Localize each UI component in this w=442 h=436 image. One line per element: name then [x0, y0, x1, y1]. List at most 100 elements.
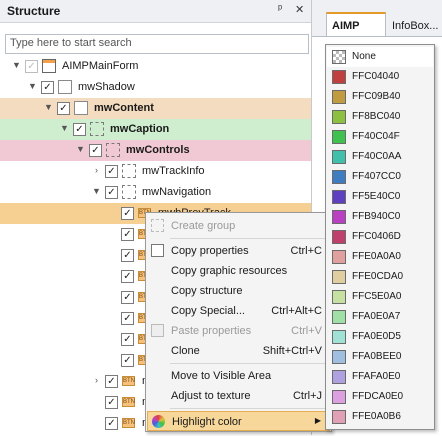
menu-item-shortcut: Ctrl+V	[291, 325, 322, 337]
color-option-ffa0e0a7[interactable]: FFA0E0A7	[327, 307, 433, 327]
visibility-checkbox[interactable]: ✓	[121, 207, 134, 220]
color-swatch	[332, 270, 346, 284]
color-option-ffe0a0b6[interactable]: FFE0A0B6	[327, 407, 433, 427]
color-option-label: FF407CC0	[352, 171, 401, 182]
tree-item-label: mwNavigation	[142, 186, 212, 198]
tree-row[interactable]: ▼ ✓ mwControls	[0, 140, 311, 161]
collapse-arrow-icon[interactable]: ›	[92, 375, 101, 386]
visibility-checkbox[interactable]: ✓	[105, 165, 118, 178]
color-option-ff5e40c0[interactable]: FF5E40C0	[327, 187, 433, 207]
menu-item-label: Clone	[171, 345, 200, 357]
panel-title: Structure	[7, 4, 61, 18]
color-option-ffc09b40[interactable]: FFC09B40	[327, 87, 433, 107]
structure-titlebar: Structure ᵖ ✕	[0, 0, 311, 23]
menu-item-label: Move to Visible Area	[171, 370, 272, 382]
expand-arrow-icon[interactable]: ▼	[76, 144, 85, 155]
visibility-checkbox[interactable]: ✓	[121, 270, 134, 283]
color-option-label: FFA0BEE0	[352, 351, 402, 362]
visibility-checkbox[interactable]: ✓	[121, 333, 134, 346]
palette-icon	[152, 415, 165, 428]
menu-separator	[170, 408, 327, 409]
color-option-label: None	[352, 51, 376, 62]
color-option-ffa0bee0[interactable]: FFA0BEE0	[327, 347, 433, 367]
menu-item-clone[interactable]: Clone Shift+Ctrl+V	[147, 341, 330, 361]
context-menu: Create group Copy properties Ctrl+C Copy gr…	[145, 212, 332, 432]
color-option-label: FF5E40C0	[352, 191, 401, 202]
color-option-ffe0cda0[interactable]: FFE0CDA0	[327, 267, 433, 287]
expand-arrow-icon[interactable]: ▼	[44, 102, 53, 113]
tree-row[interactable]: ▼ ✓ mwShadow	[0, 77, 311, 98]
color-option-label: FFE0A0B6	[352, 411, 401, 422]
color-swatch	[332, 130, 346, 144]
visibility-checkbox[interactable]: ✓	[73, 123, 86, 136]
collapse-arrow-icon[interactable]: ›	[92, 165, 101, 176]
tab-infobox-label: InfoBox...	[392, 20, 439, 32]
color-option-ff407cc0[interactable]: FF407CC0	[327, 167, 433, 187]
tree-item-label: mwTrackInfo	[142, 165, 205, 177]
container-icon	[74, 101, 88, 115]
menu-item-label: Adjust to texture	[171, 390, 251, 402]
color-option-label: FFE0CDA0	[352, 271, 404, 282]
visibility-checkbox[interactable]: ✓	[57, 102, 70, 115]
visibility-checkbox[interactable]: ✓	[105, 396, 118, 409]
color-option-ff40c0aa[interactable]: FF40C0AA	[327, 147, 433, 167]
color-option-ffe0a0a0[interactable]: FFE0A0A0	[327, 247, 433, 267]
color-swatch	[332, 350, 346, 364]
tree-row[interactable]: ▼ ✓ AIMPMainForm	[0, 56, 311, 77]
menu-item-copy-special[interactable]: Copy Special... Ctrl+Alt+C	[147, 301, 330, 321]
tree-row[interactable]: ▼ ✓ mwNavigation	[0, 182, 311, 203]
menu-item-label: Copy Special...	[171, 305, 245, 317]
menu-item-highlight-color[interactable]: Highlight color ▶	[147, 411, 330, 431]
menu-item-copy-properties[interactable]: Copy properties Ctrl+C	[147, 241, 330, 261]
menu-separator	[170, 238, 327, 239]
tree-row[interactable]: ▼ ✓ mwCaption	[0, 119, 311, 140]
color-option-ffc0406d[interactable]: FFC0406D	[327, 227, 433, 247]
expand-arrow-icon[interactable]: ▼	[28, 81, 37, 92]
expand-arrow-icon[interactable]: ▼	[12, 60, 21, 71]
color-swatch	[332, 150, 346, 164]
tree-row[interactable]: › ✓ mwTrackInfo	[0, 161, 311, 182]
color-option-ffb940c0[interactable]: FFB940C0	[327, 207, 433, 227]
container-icon	[106, 143, 120, 157]
tab-aimp[interactable]: AIMP	[326, 12, 386, 38]
visibility-checkbox[interactable]: ✓	[105, 417, 118, 430]
color-swatch	[332, 370, 346, 384]
menu-item-create-group[interactable]: Create group	[147, 216, 330, 236]
visibility-checkbox[interactable]: ✓	[121, 228, 134, 241]
menu-item-label: Copy graphic resources	[171, 265, 288, 277]
color-swatch	[332, 230, 346, 244]
tab-infobox[interactable]: InfoBox...	[390, 12, 442, 36]
color-option-ffdca0e0[interactable]: FFDCA0E0	[327, 387, 433, 407]
color-option-ff40c04f[interactable]: FF40C04F	[327, 127, 433, 147]
menu-item-copy-graphic-resources[interactable]: Copy graphic resources	[147, 261, 330, 281]
color-option-ff8bc040[interactable]: FF8BC040	[327, 107, 433, 127]
tree-row[interactable]: ▼ ✓ mwContent	[0, 98, 311, 119]
visibility-checkbox[interactable]: ✓	[89, 144, 102, 157]
color-option-none[interactable]: None	[327, 47, 433, 67]
search-input[interactable]	[6, 35, 308, 51]
visibility-checkbox[interactable]: ✓	[41, 81, 54, 94]
expand-arrow-icon[interactable]: ▼	[60, 123, 69, 134]
visibility-checkbox[interactable]: ✓	[121, 291, 134, 304]
color-option-ffc04040[interactable]: FFC04040	[327, 67, 433, 87]
visibility-checkbox[interactable]: ✓	[121, 354, 134, 367]
color-option-label: FFB940C0	[352, 211, 401, 222]
color-option-ffa0e0d5[interactable]: FFA0E0D5	[327, 327, 433, 347]
expand-arrow-icon[interactable]: ▼	[92, 186, 101, 197]
visibility-checkbox[interactable]: ✓	[121, 249, 134, 262]
menu-item-paste-properties[interactable]: Paste properties Ctrl+V	[147, 321, 330, 341]
color-option-ffafa0e0[interactable]: FFAFA0E0	[327, 367, 433, 387]
visibility-checkbox[interactable]: ✓	[105, 375, 118, 388]
color-swatch	[332, 310, 346, 324]
menu-item-copy-structure[interactable]: Copy structure	[147, 281, 330, 301]
tree-item-label: mwCaption	[110, 123, 170, 135]
menu-item-move-to-visible-area[interactable]: Move to Visible Area	[147, 366, 330, 386]
visibility-checkbox[interactable]: ✓	[25, 60, 38, 73]
visibility-checkbox[interactable]: ✓	[105, 186, 118, 199]
color-option-ffc5e0a0[interactable]: FFC5E0A0	[327, 287, 433, 307]
close-icon[interactable]: ✕	[295, 3, 304, 16]
visibility-checkbox[interactable]: ✓	[121, 312, 134, 325]
menu-item-adjust-to-texture[interactable]: Adjust to texture Ctrl+J	[147, 386, 330, 406]
pin-icon[interactable]: ᵖ	[278, 3, 282, 15]
color-swatch	[332, 190, 346, 204]
